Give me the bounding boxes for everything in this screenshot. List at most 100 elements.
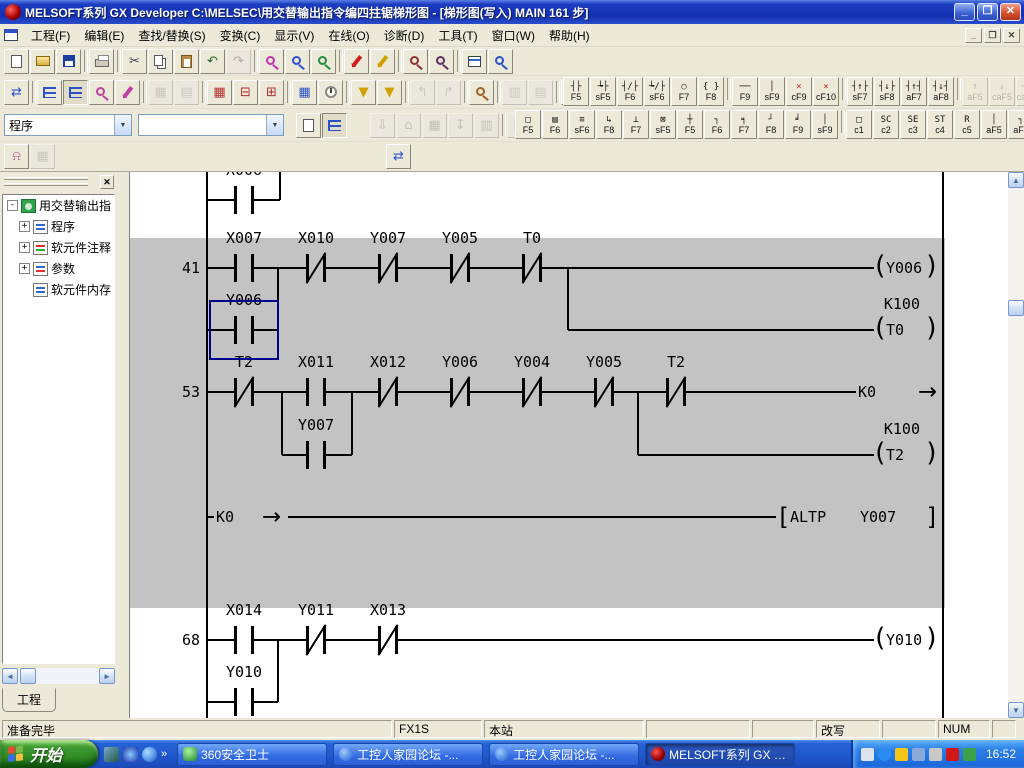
menu-item-3[interactable]: 变换(C) [213, 25, 268, 46]
palette-aF7-button[interactable]: ┤↑┤aF7 [901, 77, 927, 106]
palette-sF6-button[interactable]: ≡sF6 [569, 110, 595, 139]
palette-sF9-button[interactable]: │sF9 [759, 77, 785, 106]
ladder-logic-test-button[interactable]: ⍾ [4, 144, 29, 169]
new-button[interactable] [4, 49, 29, 74]
palette-sF5-button[interactable]: ⊠sF5 [650, 110, 676, 139]
palette-F8-button[interactable]: { }F8 [698, 77, 724, 106]
ladder-edit-button[interactable] [63, 80, 88, 105]
cut-button[interactable]: ✂ [122, 49, 147, 74]
contact-Y007[interactable]: Y007 [348, 228, 428, 284]
tree-item-3[interactable]: +参数 [3, 258, 114, 279]
online-write-2-button[interactable]: ▼ [377, 80, 402, 105]
palette-F5-button[interactable]: □F5 [515, 110, 541, 139]
tree-item-4[interactable]: 软元件内存 [3, 279, 114, 300]
menu-item-2[interactable]: 查找/替换(S) [131, 25, 212, 46]
close-button[interactable]: ✕ [1000, 3, 1021, 21]
contact-X010[interactable]: X010 [276, 228, 356, 284]
copy-button[interactable] [148, 49, 173, 74]
print-button[interactable] [89, 49, 114, 74]
palette-aF8-button[interactable]: ┤↓┤aF8 [928, 77, 954, 106]
panel-splitter[interactable] [118, 172, 130, 718]
palette-F9-button[interactable]: ╛F9 [785, 110, 811, 139]
taskbar-task-2[interactable]: 工控人家园论坛 -... [489, 743, 639, 766]
undo-button[interactable]: ↶ [200, 49, 225, 74]
palette-F5-button[interactable]: ┼F5 [677, 110, 703, 139]
chevron-down-icon[interactable]: ▼ [266, 115, 283, 135]
palette-F9-button[interactable]: ──F9 [732, 77, 758, 106]
menu-item-6[interactable]: 诊断(D) [377, 25, 432, 46]
tree-expand-icon[interactable]: + [19, 221, 30, 232]
tree-item-1[interactable]: +程序 [3, 216, 114, 237]
monitor-find-button[interactable] [89, 80, 114, 105]
device-test-button[interactable]: ⇄ [386, 144, 411, 169]
mdi-minimize-button[interactable]: _ [965, 28, 982, 43]
palette-aF7-button[interactable]: ┐aF7 [1008, 110, 1024, 139]
contact-X007[interactable]: X007 [204, 228, 284, 284]
device-batch-button[interactable]: ▦ [292, 80, 317, 105]
coil-Y010[interactable]: (Y010) [834, 604, 974, 662]
vscroll-thumb[interactable] [1008, 300, 1024, 316]
palette-sF6-button[interactable]: ┶/├sF6 [644, 77, 670, 106]
coil-T0[interactable]: (T0)K100 [834, 294, 974, 352]
panel-grip[interactable] [4, 183, 88, 186]
mdi-close-button[interactable]: ✕ [1003, 28, 1020, 43]
menu-item-8[interactable]: 窗口(W) [485, 25, 542, 46]
tree-expand-icon[interactable]: - [7, 200, 18, 211]
find-string-button[interactable] [311, 49, 336, 74]
contact-Y004[interactable]: Y004 [492, 352, 572, 408]
project-tree-hscrollbar[interactable]: ◄ ► [2, 668, 115, 684]
statement-button[interactable] [370, 49, 395, 74]
tree-item-2[interactable]: +软元件注释 [3, 237, 114, 258]
data-name-combo[interactable]: ▼ [138, 114, 284, 136]
open-button[interactable] [30, 49, 55, 74]
chevron-icon[interactable] [878, 748, 891, 761]
palette-F7-button[interactable]: ╕F7 [731, 110, 757, 139]
overflow-chevron-icon[interactable]: » [161, 748, 167, 760]
chevron-down-icon[interactable]: ▼ [114, 115, 131, 135]
scroll-up-icon[interactable]: ▲ [1008, 172, 1024, 188]
taskbar-task-0[interactable]: 360安全卫士 [177, 743, 327, 766]
contact-T2[interactable]: T2 [636, 352, 716, 408]
pc-transfer-button[interactable]: ⇄ [4, 80, 29, 105]
tab-project[interactable]: 工程 [2, 688, 56, 712]
palette-sF8-button[interactable]: ┤↓├sF8 [874, 77, 900, 106]
menu-item-0[interactable]: 工程(F) [24, 25, 77, 46]
card-icon[interactable] [963, 748, 976, 761]
contact-T0[interactable]: T0 [492, 228, 572, 284]
trace-button[interactable] [318, 80, 343, 105]
tree-item-0[interactable]: -用交替输出指 [3, 195, 114, 216]
panel-grip[interactable] [4, 177, 88, 180]
mdi-restore-button[interactable]: ❐ [984, 28, 1001, 43]
palette-sF9-button[interactable]: │sF9 [812, 110, 838, 139]
ladder-edit-2-button[interactable]: ⊟ [233, 80, 258, 105]
zoom-in-button[interactable] [403, 49, 428, 74]
palette-F7-button[interactable]: ⊥F7 [623, 110, 649, 139]
palette-F8-button[interactable]: ┘F8 [758, 110, 784, 139]
palette-cF10-button[interactable]: ×cF10 [813, 77, 839, 106]
palette-sF5-button[interactable]: ┶├sF5 [590, 77, 616, 106]
find-coil-button[interactable] [469, 80, 494, 105]
zoom-out-button[interactable] [429, 49, 454, 74]
ladder-editor[interactable]: X00641X007X010Y007Y005T0(Y006)(T0)K100Y0… [130, 172, 1008, 718]
contact-X014[interactable]: X014 [204, 600, 284, 656]
save-button[interactable] [56, 49, 81, 74]
internet-explorer-icon[interactable] [142, 747, 157, 762]
palette-F6-button[interactable]: ┤/├F6 [617, 77, 643, 106]
media-player-icon[interactable] [123, 747, 138, 762]
find-device-button[interactable] [259, 49, 284, 74]
contact-Y011[interactable]: Y011 [276, 600, 356, 656]
contact-X013[interactable]: X013 [348, 600, 428, 656]
palette-c4-button[interactable]: STc4 [927, 110, 953, 139]
comment-display-button[interactable] [462, 49, 487, 74]
panel-close-icon[interactable]: ✕ [100, 175, 114, 189]
scroll-down-icon[interactable]: ▼ [1008, 702, 1024, 718]
tree-expand-icon[interactable]: + [19, 263, 30, 274]
palette-cF9-button[interactable]: ×cF9 [786, 77, 812, 106]
minimize-button[interactable]: _ [954, 3, 975, 21]
online-write-1-button[interactable]: ▼ [351, 80, 376, 105]
palette-c3-button[interactable]: SEc3 [900, 110, 926, 139]
contact-X012[interactable]: X012 [348, 352, 428, 408]
palette-F8-button[interactable]: ↳F8 [596, 110, 622, 139]
menu-item-7[interactable]: 工具(T) [431, 25, 484, 46]
palette-aF5-button[interactable]: │aF5 [981, 110, 1007, 139]
